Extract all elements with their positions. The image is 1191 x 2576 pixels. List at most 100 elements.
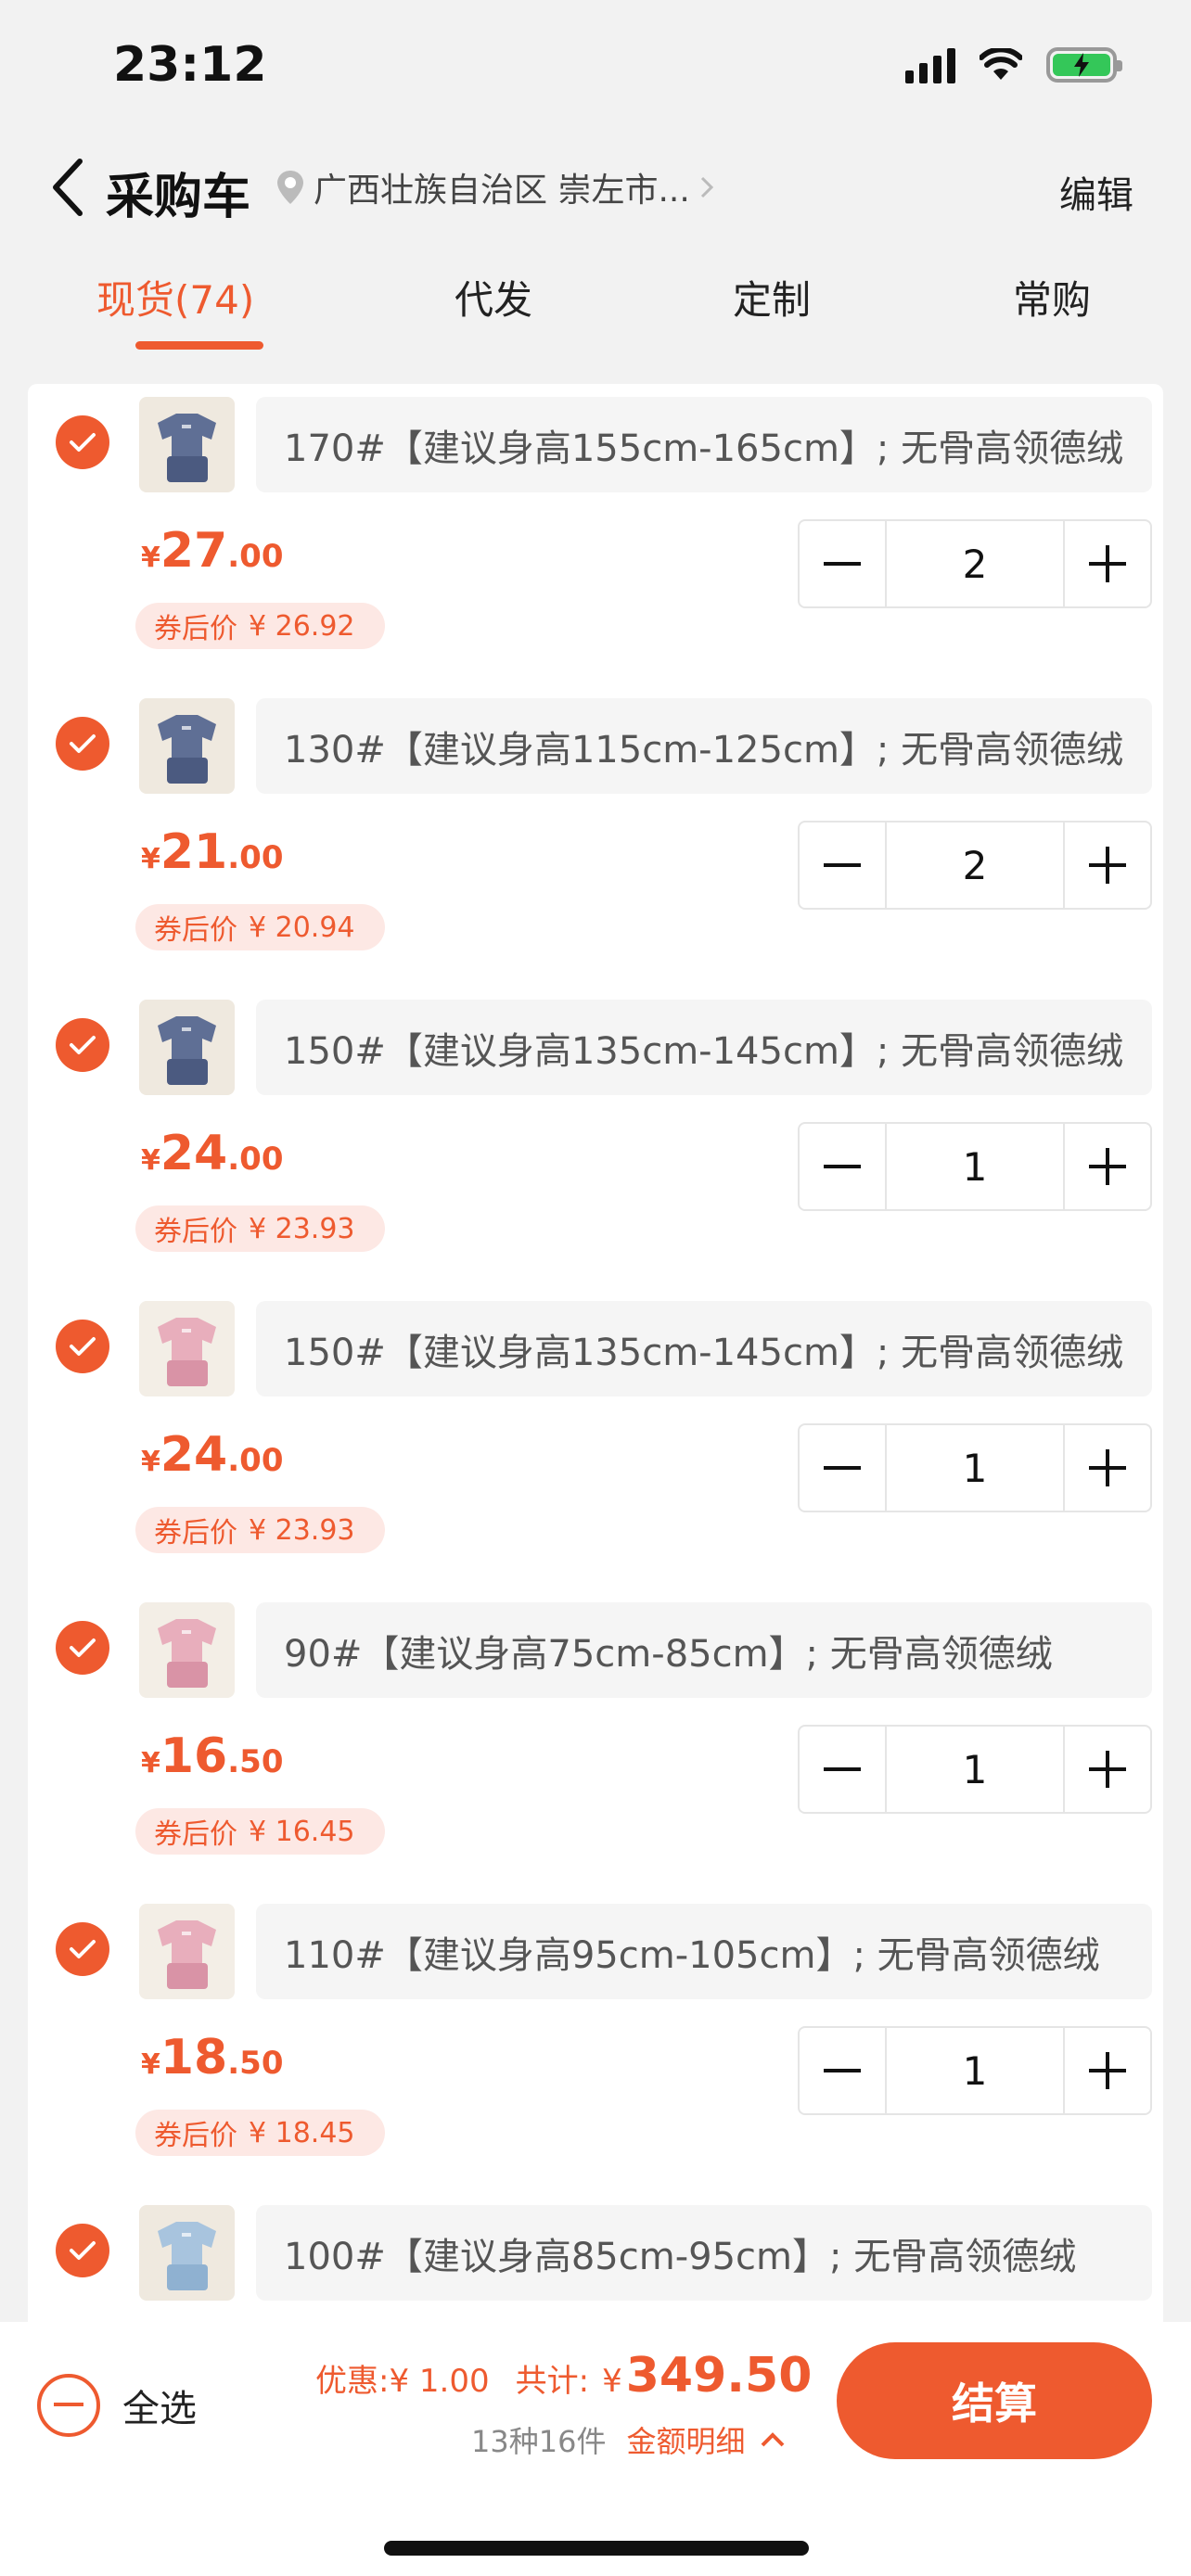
increase-button[interactable] [1065, 1727, 1150, 1812]
product-spec[interactable]: 150#【建议身高135cm-145cm】; 无骨高领德绒 [256, 1301, 1152, 1396]
quantity-value[interactable]: 1 [885, 1727, 1065, 1812]
item-checkbox[interactable] [56, 717, 109, 771]
quantity-value[interactable]: 2 [885, 521, 1065, 606]
increase-button[interactable] [1065, 2028, 1150, 2113]
coupon-price-badge: 券后价 ¥ 23.93 [135, 1507, 385, 1553]
chevron-right-icon [700, 176, 713, 198]
quantity-stepper: 1 [798, 2026, 1152, 2115]
coupon-price-badge: 券后价 ¥ 20.94 [135, 904, 385, 950]
coupon-price: ¥ 23.93 [249, 1513, 355, 1547]
item-checkbox[interactable] [56, 2224, 109, 2277]
increase-button[interactable] [1065, 823, 1150, 908]
coupon-label: 券后价 [154, 1517, 237, 1549]
cart-item: 170#【建议身高155cm-165cm】; 无骨高领德绒 ¥27.00 券后价… [28, 384, 1163, 685]
tab-in-stock[interactable]: 现货(74) [96, 269, 254, 325]
decrease-button[interactable] [800, 521, 885, 606]
item-checkbox[interactable] [56, 1018, 109, 1072]
quantity-stepper: 1 [798, 1122, 1152, 1211]
price-decimal: .00 [227, 1442, 284, 1479]
item-checkbox[interactable] [56, 1320, 109, 1373]
product-spec[interactable]: 110#【建议身高95cm-105cm】; 无骨高领德绒 [256, 1904, 1152, 1999]
quantity-stepper: 2 [798, 821, 1152, 910]
checkmark-icon [70, 1036, 96, 1054]
coupon-label: 券后价 [154, 613, 237, 645]
product-spec-text: 150#【建议身高135cm-145cm】; 无骨高领德绒 [284, 1331, 1124, 1374]
decrease-button[interactable] [800, 1727, 885, 1812]
coupon-label: 券后价 [154, 914, 237, 947]
tab-custom[interactable]: 定制 [733, 269, 811, 325]
item-checkbox[interactable] [56, 1922, 109, 1976]
coupon-price: ¥ 23.93 [249, 1212, 355, 1245]
price-currency: ¥ [141, 2048, 160, 2081]
total-value: 349.50 [625, 2348, 813, 2404]
quantity-value[interactable]: 1 [885, 2028, 1065, 2113]
location-selector[interactable]: 广西壮族自治区 崇左市... [275, 163, 716, 211]
decrease-button[interactable] [800, 823, 885, 908]
coupon-price-badge: 券后价 ¥ 16.45 [135, 1808, 385, 1855]
product-spec-text: 150#【建议身高135cm-145cm】; 无骨高领德绒 [284, 1029, 1124, 1073]
quantity-value[interactable]: 1 [885, 1425, 1065, 1511]
price-integer: 18 [160, 2030, 228, 2085]
quantity-value[interactable]: 1 [885, 1124, 1065, 1209]
amount-detail-toggle[interactable]: 金额明细 [626, 2418, 786, 2461]
plus-icon [1089, 2052, 1126, 2089]
product-thumbnail[interactable] [139, 698, 235, 794]
total-yen: ¥ [602, 2363, 622, 2400]
price-integer: 16 [160, 1728, 228, 1784]
product-spec-text: 90#【建议身高75cm-85cm】; 无骨高领德绒 [284, 1632, 1053, 1676]
product-spec[interactable]: 150#【建议身高135cm-145cm】; 无骨高领德绒 [256, 1000, 1152, 1095]
status-time: 23:12 [113, 37, 267, 93]
decrease-button[interactable] [800, 1425, 885, 1511]
plus-icon [1089, 1751, 1126, 1788]
product-thumbnail[interactable] [139, 2205, 235, 2301]
coupon-label: 券后价 [154, 1216, 237, 1248]
price-currency: ¥ [141, 843, 160, 875]
minus-icon [824, 2069, 861, 2072]
product-spec[interactable]: 100#【建议身高85cm-95cm】; 无骨高领德绒 [256, 2205, 1152, 2301]
product-spec[interactable]: 90#【建议身高75cm-85cm】; 无骨高领德绒 [256, 1602, 1152, 1698]
price-decimal: .00 [227, 1141, 284, 1178]
tab-frequent[interactable]: 常购 [1013, 269, 1091, 325]
product-thumbnail[interactable] [139, 1000, 235, 1095]
item-checkbox[interactable] [56, 415, 109, 469]
back-icon[interactable] [39, 150, 95, 224]
product-thumbnail[interactable] [139, 1301, 235, 1396]
price-currency: ¥ [141, 1446, 160, 1478]
product-spec[interactable]: 130#【建议身高115cm-125cm】; 无骨高领德绒 [256, 698, 1152, 794]
select-all-label: 全选 [122, 2388, 197, 2430]
location-text: 广西壮族自治区 崇左市... [314, 172, 690, 210]
tab-underline [135, 341, 263, 350]
tab-dropship[interactable]: 代发 [455, 269, 532, 325]
price-integer: 24 [160, 1427, 228, 1483]
product-spec[interactable]: 170#【建议身高155cm-165cm】; 无骨高领德绒 [256, 397, 1152, 492]
coupon-price: ¥ 26.92 [249, 609, 355, 643]
select-all-checkbox[interactable] [37, 2374, 100, 2437]
amount-detail-label: 金额明细 [626, 2424, 746, 2459]
item-checkbox[interactable] [56, 1621, 109, 1675]
product-thumbnail[interactable] [139, 1602, 235, 1698]
increase-button[interactable] [1065, 1425, 1150, 1511]
chevron-up-icon [762, 2432, 785, 2447]
coupon-price-badge: 券后价 ¥ 18.45 [135, 2110, 385, 2156]
increase-button[interactable] [1065, 1124, 1150, 1209]
decrease-button[interactable] [800, 1124, 885, 1209]
price-integer: 27 [160, 523, 228, 579]
checkmark-icon [70, 2241, 96, 2260]
minus-icon [824, 1466, 861, 1470]
decrease-button[interactable] [800, 2028, 885, 2113]
cart-item: 130#【建议身高115cm-125cm】; 无骨高领德绒 ¥21.00 券后价… [28, 685, 1163, 987]
cart-list: 170#【建议身高155cm-165cm】; 无骨高领德绒 ¥27 .00 券后价… [28, 384, 1163, 2322]
product-thumbnail[interactable] [139, 397, 235, 492]
select-all-toggle[interactable]: 全选 [37, 2374, 197, 2437]
checkout-button[interactable]: 结算 [837, 2342, 1152, 2459]
item-price: ¥18.50 [141, 2030, 283, 2085]
item-price: ¥16.50 [141, 1728, 283, 1784]
price-currency: ¥ [141, 1144, 160, 1177]
increase-button[interactable] [1065, 521, 1150, 606]
home-indicator [384, 2541, 809, 2556]
product-thumbnail[interactable] [139, 1904, 235, 1999]
cart-item: 150#【建议身高135cm-145cm】; 无骨高领德绒 ¥24.00 券后价… [28, 1288, 1163, 1589]
edit-button[interactable]: 编辑 [1059, 165, 1133, 219]
signal-icon [905, 46, 955, 83]
quantity-value[interactable]: 2 [885, 823, 1065, 908]
